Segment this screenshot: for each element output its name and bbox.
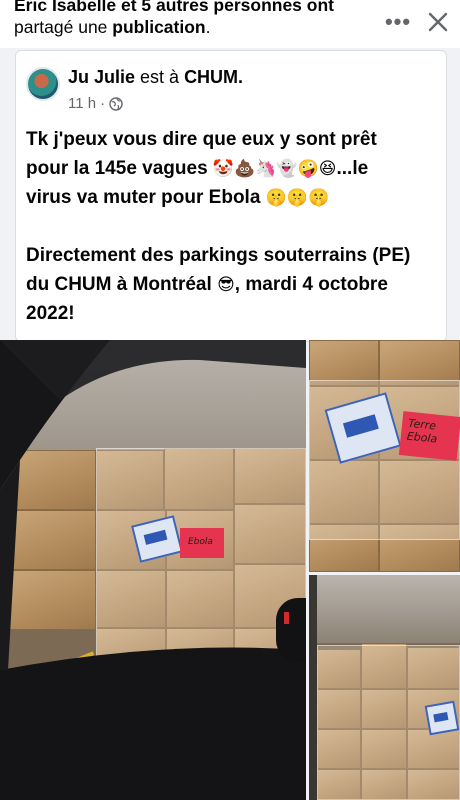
post-author-line: Ju Julie est à CHUM. bbox=[68, 67, 243, 88]
meta-separator: · bbox=[100, 95, 106, 112]
post-line-2: pour la 145e vagues 🤡💩🦄👻🤪😆...le bbox=[26, 158, 369, 179]
share-attribution-line1: Eric Isabelle et 5 autres personnes ont bbox=[14, 0, 334, 15]
post-paragraph-2-line-1: Directement des parkings souterrains (PE… bbox=[26, 245, 411, 266]
emoji-group-1: 🤡💩🦄👻🤪😆 bbox=[212, 159, 337, 178]
post-meta: 11 h · bbox=[68, 95, 123, 112]
share-header: Eric Isabelle et 5 autres personnes ont … bbox=[0, 0, 460, 48]
photo-main[interactable]: Ebola bbox=[0, 340, 306, 800]
share-attribution: Eric Isabelle et 5 autres personnes ont … bbox=[14, 0, 374, 38]
door-frame bbox=[309, 575, 317, 800]
garage-ceiling bbox=[309, 575, 460, 643]
publication-link[interactable]: publication bbox=[112, 17, 205, 37]
post-line-1: Tk j'peux vous dire que eux y sont prêt bbox=[26, 129, 377, 150]
post-line-3: virus va muter pour Ebola 🤫🤫🤫 bbox=[26, 187, 330, 208]
red-label: Terre Ebola bbox=[398, 411, 460, 461]
author-name[interactable]: Ju Julie bbox=[68, 67, 135, 87]
close-button[interactable] bbox=[424, 8, 452, 36]
post-timestamp[interactable]: 11 h bbox=[68, 95, 96, 112]
more-options-button[interactable]: ••• bbox=[384, 8, 412, 36]
photo-bottom-right[interactable] bbox=[309, 575, 460, 800]
car-window-frame bbox=[0, 340, 306, 800]
close-icon bbox=[428, 12, 448, 32]
shared-post-card[interactable]: Ju Julie est à CHUM. 11 h · Tk j'peux vo… bbox=[15, 50, 447, 342]
more-horizontal-icon: ••• bbox=[384, 9, 412, 34]
post-text: Tk j'peux vous dire que eux y sont prêt … bbox=[26, 125, 438, 328]
author-verb: est à bbox=[135, 67, 185, 87]
globe-icon bbox=[109, 96, 123, 111]
share-attribution-line2: partagé une publication. bbox=[14, 17, 211, 37]
photo-top-right[interactable]: Terre Ebola bbox=[309, 340, 460, 572]
author-avatar[interactable] bbox=[26, 67, 60, 101]
post-paragraph-2-line-2: du CHUM à Montréal 😎, mardi 4 octobre bbox=[26, 274, 388, 295]
side-mirror bbox=[276, 597, 306, 662]
location-link[interactable]: CHUM. bbox=[184, 67, 243, 87]
blue-label bbox=[424, 700, 460, 736]
post-paragraph-2-line-3: 2022! bbox=[26, 303, 75, 324]
sunglasses-emoji: 😎 bbox=[217, 275, 235, 294]
emoji-group-2: 🤫🤫🤫 bbox=[265, 188, 330, 207]
